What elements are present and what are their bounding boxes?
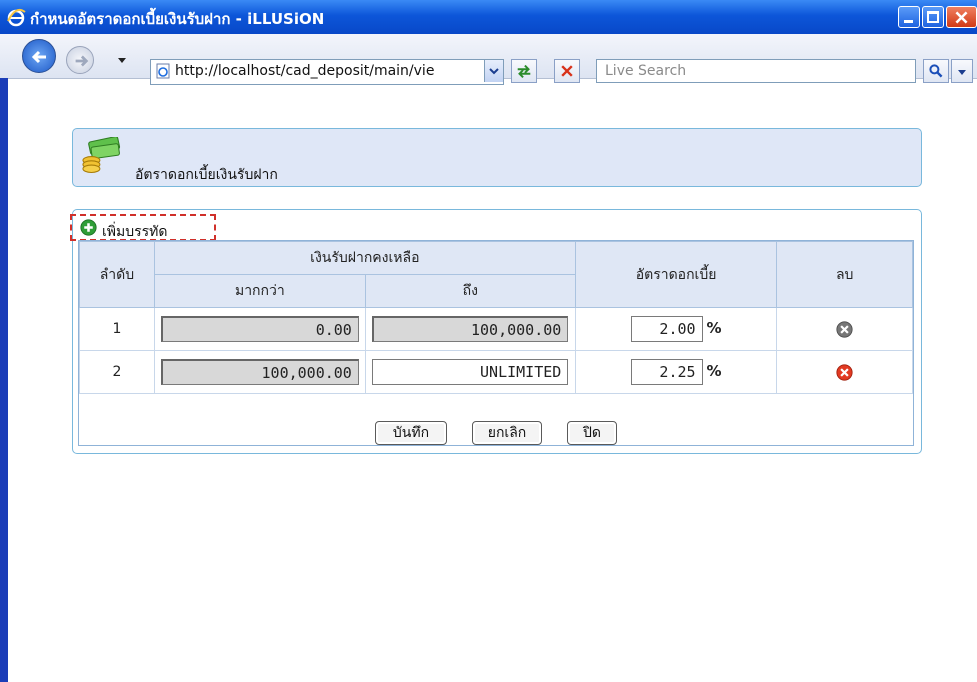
forward-button[interactable] [66, 46, 94, 74]
delete-icon[interactable] [836, 363, 853, 381]
rate-cell: 2.25% [574, 350, 778, 394]
to-amount-input[interactable]: UNLIMITED [372, 359, 569, 385]
page-title: อัตราดอกเบี้ยเงินรับฝาก [135, 167, 278, 183]
row-seq: 1 [79, 307, 155, 351]
delete-cell [776, 350, 913, 394]
to-amount-field: 100,000.00 [372, 316, 569, 342]
stop-icon [561, 65, 573, 77]
cancel-button[interactable]: ยกเลิก [472, 421, 542, 445]
to-cell: UNLIMITED [364, 350, 576, 394]
add-row-link[interactable]: เพิ่มบรรทัด [70, 214, 216, 241]
column-header-from: มากกว่า [153, 274, 366, 308]
page-header-panel: อัตราดอกเบี้ยเงินรับฝาก [72, 128, 922, 187]
row-seq: 2 [79, 350, 155, 394]
back-button[interactable] [22, 39, 56, 73]
search-placeholder: Live Search [605, 63, 687, 79]
to-cell: 100,000.00 [364, 307, 576, 351]
forward-arrow-icon [75, 55, 89, 67]
column-header-balance: เงินรับฝากคงเหลือ [153, 241, 576, 275]
money-icon [82, 137, 121, 173]
search-icon [929, 64, 943, 78]
percent-label: % [706, 362, 722, 380]
column-header-rate: อัตราดอกเบี้ย [574, 241, 778, 308]
chevron-down-icon [958, 70, 966, 75]
from-cell: 100,000.00 [153, 350, 366, 394]
close-button[interactable]: ปิด [567, 421, 617, 445]
rate-input[interactable]: 2.25 [630, 359, 703, 385]
recent-pages-dropdown-icon[interactable] [117, 55, 127, 65]
close-icon [955, 11, 968, 24]
rate-input[interactable]: 2.00 [630, 316, 703, 342]
column-header-seq: ลำดับ [79, 241, 155, 308]
column-header-delete: ลบ [776, 241, 913, 308]
table-row: 2 100,000.00 UNLIMITED 2.25% [79, 350, 913, 394]
close-window-button[interactable] [946, 6, 977, 28]
page-icon [156, 63, 170, 79]
percent-label: % [706, 319, 722, 337]
chevron-down-icon [489, 68, 499, 75]
column-header-to: ถึง [364, 274, 576, 308]
delete-icon-disabled [836, 320, 853, 338]
add-circle-icon [80, 219, 97, 236]
from-amount-field: 0.00 [160, 316, 359, 342]
maximize-button[interactable] [922, 6, 944, 28]
save-button[interactable]: บันทึก [375, 421, 447, 445]
window-titlebar: กำหนดอัตราดอกเบี้ยเงินรับฝาก - iLLUSiON [0, 0, 977, 34]
from-cell: 0.00 [153, 307, 366, 351]
back-arrow-icon [31, 50, 46, 64]
rate-cell: 2.00% [574, 307, 778, 351]
address-text: http://localhost/cad_deposit/main/vie [175, 63, 435, 79]
minimize-button[interactable] [898, 6, 920, 28]
delete-cell [776, 307, 913, 351]
table-row: 1 0.00 100,000.00 2.00% [79, 307, 913, 351]
rate-table: ลำดับ เงินรับฝากคงเหลือ อัตราดอกเบี้ย ลบ… [79, 241, 913, 394]
ie-icon [7, 8, 26, 27]
window-title: กำหนดอัตราดอกเบี้ยเงินรับฝาก - iLLUSiON [30, 10, 325, 28]
from-amount-field: 100,000.00 [160, 359, 359, 385]
